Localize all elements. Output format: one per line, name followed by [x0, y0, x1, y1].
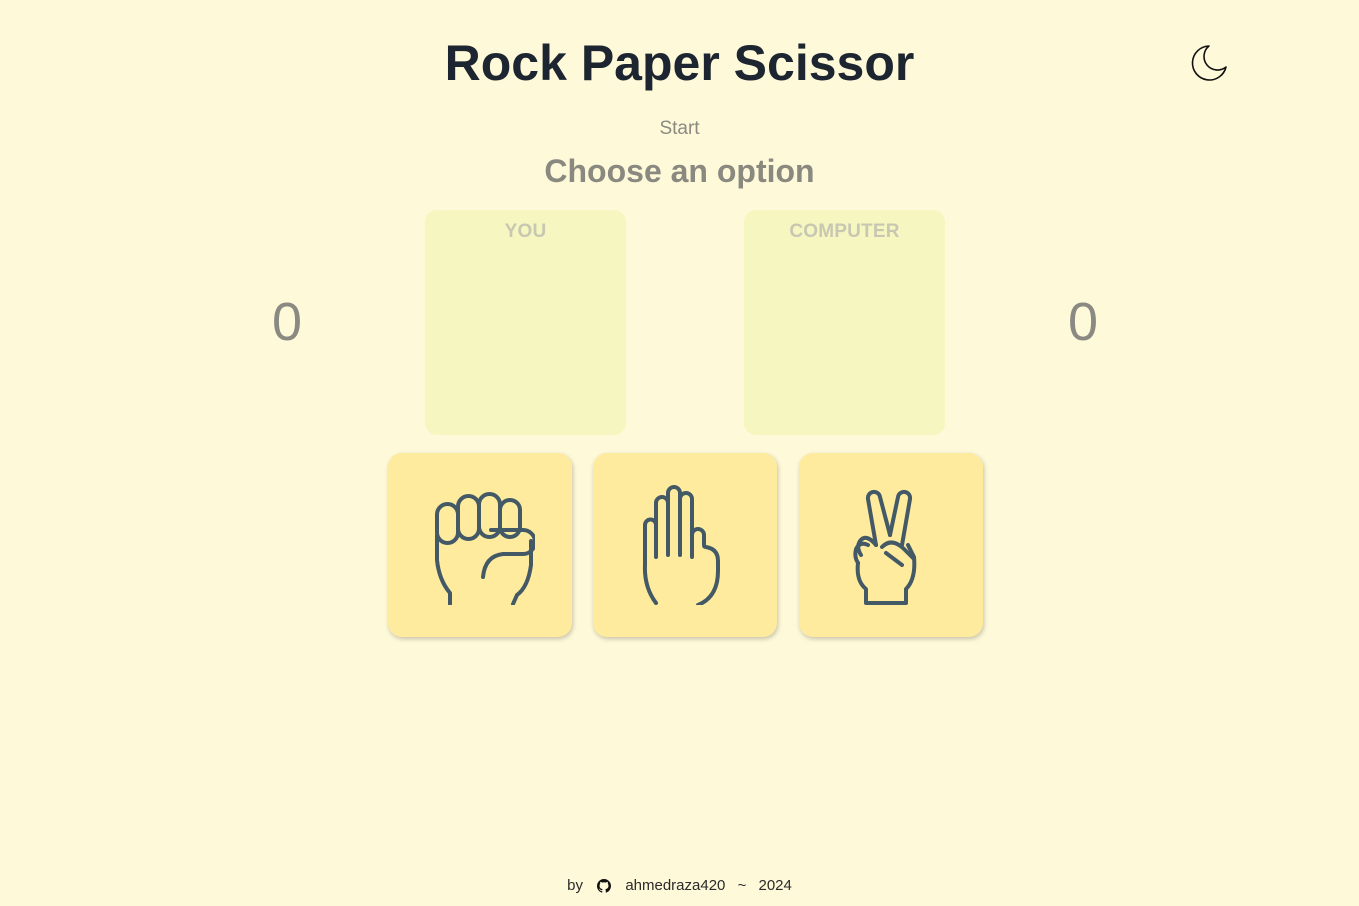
theme-toggle-button[interactable]	[1188, 42, 1230, 84]
computer-score: 0	[1067, 292, 1099, 352]
player-label: YOU	[504, 221, 547, 242]
computer-label: COMPUTER	[789, 221, 900, 242]
fist-icon	[435, 492, 535, 605]
player-score: 0	[271, 292, 303, 352]
open-hand-icon	[642, 485, 720, 605]
game-prompt: Choose an option	[544, 153, 815, 189]
scissor-button[interactable]	[799, 453, 983, 637]
game-page: Rock Paper Scissor Start Choose an optio…	[0, 0, 1359, 906]
player-choice-box: YOU	[425, 210, 626, 435]
page-title: Rock Paper Scissor	[444, 35, 915, 91]
rock-button[interactable]	[388, 453, 572, 637]
footer-separator: ~	[737, 877, 747, 895]
github-icon	[597, 879, 612, 893]
author-link[interactable]: ahmedraza420	[625, 877, 725, 894]
moon-icon	[1191, 45, 1227, 81]
footer-year: 2024	[758, 877, 792, 895]
game-status: Start	[659, 118, 700, 139]
footer-by: by	[567, 877, 583, 895]
footer: by ahmedraza420 ~ 2024	[0, 876, 1359, 896]
peace-hand-icon	[853, 489, 917, 605]
paper-button[interactable]	[593, 453, 777, 637]
computer-choice-box: COMPUTER	[744, 210, 945, 435]
